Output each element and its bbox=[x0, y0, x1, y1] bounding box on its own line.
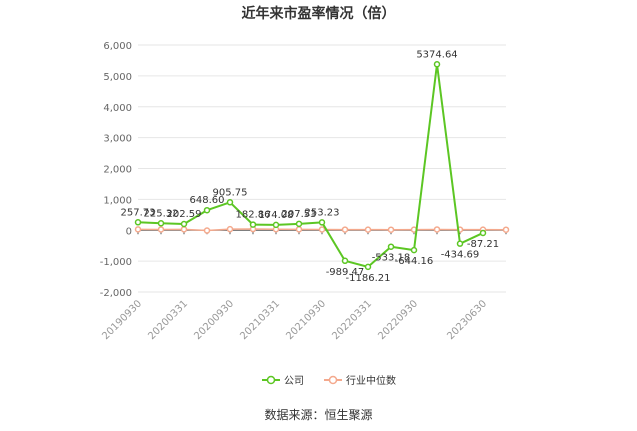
data-point bbox=[180, 220, 188, 228]
data-point bbox=[203, 227, 211, 234]
x-tick-label: 20220331 bbox=[330, 298, 374, 342]
data-point bbox=[134, 226, 142, 233]
x-tick-label: 20230630 bbox=[445, 298, 489, 342]
data-point bbox=[226, 199, 234, 206]
data-point bbox=[364, 226, 372, 233]
x-tick-label: 20200331 bbox=[146, 298, 190, 342]
data-point bbox=[341, 257, 349, 265]
data-label: -87.21 bbox=[467, 239, 499, 250]
data-point bbox=[295, 226, 303, 233]
data-point bbox=[157, 220, 165, 227]
y-tick-label: 3,000 bbox=[103, 134, 132, 145]
data-point bbox=[456, 240, 464, 247]
data-point bbox=[479, 229, 487, 237]
legend-item: 公司 bbox=[262, 375, 304, 387]
x-tick-label: 20220930 bbox=[376, 298, 420, 342]
data-point bbox=[318, 219, 326, 226]
data-point bbox=[226, 225, 234, 233]
y-tick-label: 1,000 bbox=[103, 195, 132, 206]
legend: 公司 行业中位数 bbox=[262, 374, 396, 387]
data-point bbox=[387, 226, 395, 233]
data-point bbox=[203, 206, 211, 214]
data-point bbox=[433, 61, 441, 68]
series-line bbox=[137, 63, 484, 268]
legend-label: 行业中位数 bbox=[346, 374, 396, 387]
data-point bbox=[433, 226, 441, 233]
data-label: -1186.21 bbox=[346, 273, 391, 284]
series-lines bbox=[134, 61, 510, 271]
y-tick-label: -1,000 bbox=[100, 257, 132, 268]
x-tick-label: 20210331 bbox=[238, 298, 282, 342]
data-label: -644.16 bbox=[395, 256, 434, 267]
line-chart: -2,000 -1,000 0 1,000 2,000 3,000 4,000 5,000 6,… bbox=[100, 41, 510, 387]
data-point bbox=[295, 220, 303, 228]
data-label: 253.23 bbox=[305, 207, 340, 218]
x-tick-label: 20210930 bbox=[284, 298, 328, 342]
data-point bbox=[249, 221, 257, 228]
y-tick-label: 5,000 bbox=[103, 72, 132, 83]
data-point bbox=[157, 226, 165, 233]
source-name: 恒生聚源 bbox=[324, 408, 373, 422]
data-point bbox=[364, 263, 372, 271]
legend-item: 行业中位数 bbox=[324, 374, 396, 387]
legend-label: 公司 bbox=[284, 376, 304, 387]
data-label: 202.59 bbox=[167, 209, 202, 220]
y-tick-label: 4,000 bbox=[103, 103, 132, 114]
data-point bbox=[341, 226, 349, 233]
data-label: 905.75 bbox=[213, 187, 248, 198]
data-label: 5374.64 bbox=[416, 49, 457, 60]
data-labels: 257.73225.32202.59648.60905.75182.86174.… bbox=[121, 49, 500, 284]
legend-swatch-marker bbox=[266, 375, 276, 385]
x-tick-label: 20190930 bbox=[100, 298, 144, 342]
axes: -2,000 -1,000 0 1,000 2,000 3,000 4,000 5,000 6,… bbox=[100, 41, 507, 342]
source-label: 数据来源： bbox=[264, 408, 325, 422]
data-point bbox=[318, 226, 326, 233]
data-point bbox=[134, 219, 142, 226]
y-tick-label: -2,000 bbox=[100, 288, 132, 299]
legend-swatch-marker bbox=[328, 375, 338, 385]
data-label: -434.69 bbox=[441, 250, 480, 261]
data-point bbox=[502, 226, 510, 233]
data-point bbox=[180, 226, 188, 233]
data-point bbox=[387, 243, 395, 250]
data-point bbox=[410, 246, 418, 254]
source-line: 数据来源：恒生聚源 bbox=[0, 406, 637, 423]
y-tick-label: 6,000 bbox=[103, 41, 132, 52]
x-tick-label: 20200930 bbox=[192, 298, 236, 342]
y-tick-label: 2,000 bbox=[103, 165, 132, 176]
data-point bbox=[272, 221, 280, 229]
y-tick-label: 0 bbox=[126, 226, 132, 237]
